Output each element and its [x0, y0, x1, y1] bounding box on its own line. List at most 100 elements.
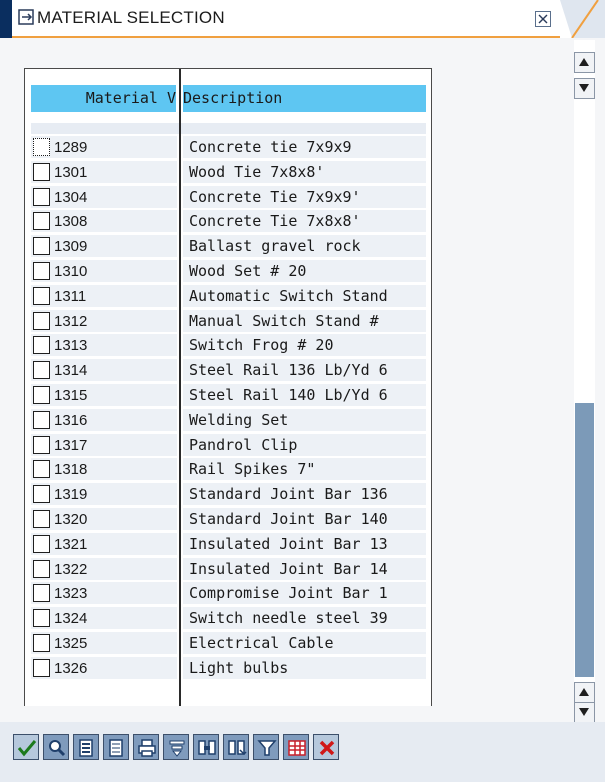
row-checkbox[interactable]: [33, 460, 50, 479]
table-row[interactable]: 1312 Manual Switch Stand #: [25, 309, 431, 333]
row-checkbox[interactable]: [33, 510, 50, 528]
table-row[interactable]: 1315 Steel Rail 140 Lb/Yd 6: [25, 383, 431, 407]
table-row[interactable]: 1322 Insulated Joint Bar 14: [25, 557, 431, 581]
material-cell[interactable]: 1319: [31, 483, 177, 506]
table-row[interactable]: 1304 Concrete Tie 7x9x9': [25, 185, 431, 209]
material-cell[interactable]: 1311: [31, 284, 177, 307]
deselect-all-button[interactable]: [103, 734, 129, 760]
material-cell[interactable]: 1314: [31, 359, 177, 382]
row-checkbox[interactable]: [33, 559, 50, 578]
material-cell[interactable]: 1322: [31, 557, 177, 580]
material-cell[interactable]: 1309: [31, 235, 177, 258]
description-cell[interactable]: Concrete Tie 7x9x9': [183, 185, 426, 208]
material-cell[interactable]: 1323: [31, 582, 177, 605]
material-cell[interactable]: 1320: [31, 508, 177, 530]
material-cell[interactable]: 1289: [31, 136, 177, 158]
row-checkbox[interactable]: [33, 212, 50, 231]
row-checkbox[interactable]: [33, 138, 50, 156]
table-row[interactable]: 1319 Standard Joint Bar 136: [25, 482, 431, 506]
description-cell[interactable]: Ballast gravel rock: [183, 235, 426, 258]
row-checkbox[interactable]: [33, 336, 50, 355]
table-row[interactable]: 1325 Electrical Cable: [25, 631, 431, 655]
row-checkbox[interactable]: [33, 609, 50, 628]
material-cell[interactable]: 1317: [31, 433, 177, 456]
vertical-scrollbar[interactable]: [574, 40, 595, 723]
material-cell[interactable]: 1308: [31, 210, 177, 233]
material-cell[interactable]: 1326: [31, 656, 177, 679]
row-checkbox[interactable]: [33, 435, 50, 454]
material-cell[interactable]: 1324: [31, 607, 177, 630]
sort-button[interactable]: [163, 734, 189, 760]
material-cell[interactable]: 1315: [31, 384, 177, 406]
scroll-thumb[interactable]: [575, 403, 594, 677]
row-checkbox[interactable]: [33, 262, 50, 280]
row-checkbox[interactable]: [33, 634, 50, 652]
description-cell[interactable]: Pandrol Clip: [183, 433, 426, 456]
description-cell[interactable]: Compromise Joint Bar 1: [183, 582, 426, 605]
row-checkbox[interactable]: [33, 485, 50, 504]
scroll-track[interactable]: [575, 106, 594, 680]
row-checkbox[interactable]: [33, 658, 50, 677]
row-checkbox[interactable]: [33, 410, 50, 429]
find-button[interactable]: [193, 734, 219, 760]
row-checkbox[interactable]: [33, 237, 50, 256]
table-row[interactable]: 1301 Wood Tie 7x8x8': [25, 160, 431, 184]
scroll-down-button[interactable]: [574, 78, 595, 99]
column-header-material[interactable]: Material V: [31, 85, 176, 112]
description-cell[interactable]: Switch Frog # 20: [183, 334, 426, 357]
table-row[interactable]: 1311 Automatic Switch Stand: [25, 284, 431, 308]
material-cell[interactable]: 1310: [31, 260, 177, 282]
table-row[interactable]: 1309 Ballast gravel rock: [25, 234, 431, 258]
material-cell[interactable]: 1321: [31, 532, 177, 555]
description-cell[interactable]: Electrical Cable: [183, 632, 426, 654]
filter-button[interactable]: [253, 734, 279, 760]
row-checkbox[interactable]: [33, 162, 50, 181]
material-cell[interactable]: 1301: [31, 160, 177, 183]
table-row[interactable]: 1324 Switch needle steel 39: [25, 606, 431, 630]
scroll-up-button[interactable]: [574, 52, 595, 73]
description-cell[interactable]: Steel Rail 140 Lb/Yd 6: [183, 384, 426, 406]
description-cell[interactable]: Wood Tie 7x8x8': [183, 160, 426, 183]
table-row[interactable]: 1321 Insulated Joint Bar 13: [25, 532, 431, 556]
material-cell[interactable]: 1325: [31, 632, 177, 654]
continue-button[interactable]: [13, 734, 39, 760]
table-row[interactable]: 1326 Light bulbs: [25, 656, 431, 680]
description-cell[interactable]: Insulated Joint Bar 14: [183, 557, 426, 580]
material-cell[interactable]: 1304: [31, 185, 177, 208]
description-cell[interactable]: Insulated Joint Bar 13: [183, 532, 426, 555]
material-cell[interactable]: 1313: [31, 334, 177, 357]
row-checkbox[interactable]: [33, 386, 50, 404]
description-cell[interactable]: Standard Joint Bar 136: [183, 483, 426, 506]
material-cell[interactable]: 1318: [31, 458, 177, 481]
description-cell[interactable]: Welding Set: [183, 408, 426, 431]
material-cell[interactable]: 1316: [31, 408, 177, 431]
table-row[interactable]: 1308 Concrete Tie 7x8x8': [25, 209, 431, 233]
description-cell[interactable]: Concrete tie 7x9x9: [183, 136, 426, 158]
description-cell[interactable]: Wood Set # 20: [183, 260, 426, 282]
row-checkbox[interactable]: [33, 187, 50, 206]
cancel-button[interactable]: [313, 734, 339, 760]
scroll-up-button-bottom[interactable]: [574, 682, 595, 703]
description-cell[interactable]: Steel Rail 136 Lb/Yd 6: [183, 359, 426, 382]
row-checkbox[interactable]: [33, 534, 50, 553]
description-cell[interactable]: Concrete Tie 7x8x8': [183, 210, 426, 233]
description-cell[interactable]: Standard Joint Bar 140: [183, 508, 426, 530]
description-cell[interactable]: Rail Spikes 7": [183, 458, 426, 481]
row-checkbox[interactable]: [33, 361, 50, 380]
row-checkbox[interactable]: [33, 584, 50, 603]
table-row[interactable]: 1318 Rail Spikes 7": [25, 457, 431, 481]
table-row[interactable]: 1313 Switch Frog # 20: [25, 333, 431, 357]
column-header-description[interactable]: Description: [183, 85, 426, 112]
table-row[interactable]: 1323 Compromise Joint Bar 1: [25, 581, 431, 605]
row-checkbox[interactable]: [33, 286, 50, 305]
description-cell[interactable]: Light bulbs: [183, 656, 426, 679]
table-row[interactable]: 1314 Steel Rail 136 Lb/Yd 6: [25, 358, 431, 382]
select-all-button[interactable]: [73, 734, 99, 760]
description-cell[interactable]: Switch needle steel 39: [183, 607, 426, 630]
print-button[interactable]: [133, 734, 159, 760]
material-cell[interactable]: 1312: [31, 309, 177, 332]
row-checkbox[interactable]: [33, 311, 50, 330]
detail-view-button[interactable]: [43, 734, 69, 760]
description-cell[interactable]: Manual Switch Stand #: [183, 309, 426, 332]
close-button[interactable]: [535, 11, 551, 27]
